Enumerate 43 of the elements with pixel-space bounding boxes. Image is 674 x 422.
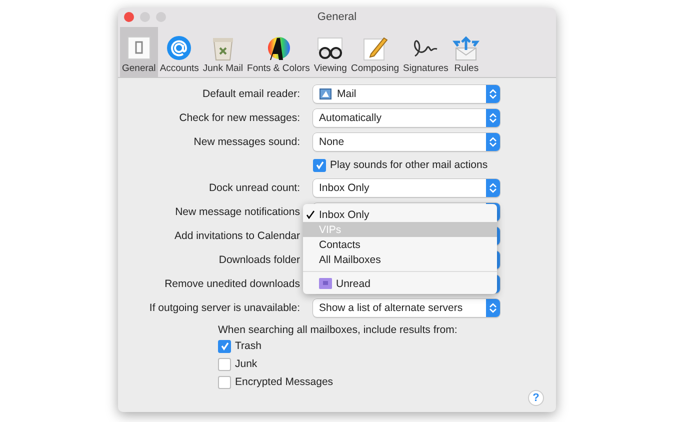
- toolbar-tab[interactable]: Accounts: [158, 27, 201, 77]
- at-sign-icon: [165, 34, 194, 62]
- checkbox[interactable]: [218, 358, 231, 370]
- menu-item[interactable]: Inbox Only: [303, 207, 497, 222]
- window-title: General: [317, 10, 357, 22]
- setting-label: Remove unedited downloads: [164, 278, 300, 290]
- setting-label: Downloads folder: [218, 254, 300, 266]
- setting-label: Check for new messages:: [178, 112, 300, 124]
- toolbar-tab[interactable]: Rules: [450, 27, 482, 77]
- setting-label: Add invitations to Calendar: [174, 230, 300, 242]
- menu-item[interactable]: All Mailboxes: [303, 252, 497, 267]
- folder-icon: [319, 278, 332, 289]
- popup-button[interactable]: Inbox Only: [313, 179, 500, 197]
- toolbar-tab[interactable]: Viewing: [312, 27, 349, 77]
- checkbox[interactable]: [313, 158, 326, 172]
- setting-label: New message notifications: [174, 206, 300, 218]
- checkbox[interactable]: [218, 340, 231, 352]
- checkbox[interactable]: [218, 376, 231, 388]
- menu-item[interactable]: Contacts: [303, 237, 497, 252]
- toolbar-tab[interactable]: Composing: [348, 27, 402, 77]
- close-button[interactable]: [124, 12, 134, 22]
- checkbox-option[interactable]: Trash: [218, 337, 556, 355]
- checkmark-icon: [306, 210, 315, 219]
- envelope-arrows-icon: [452, 34, 480, 62]
- setting-label: New messages sound:: [192, 136, 300, 148]
- toolbar-tab[interactable]: Fonts & Colors: [245, 27, 312, 77]
- switch-icon: [124, 34, 153, 62]
- stamp-icon: [319, 87, 333, 101]
- toolbar-tab[interactable]: Signatures: [401, 27, 450, 77]
- section-heading: When searching all mailboxes, include results from:: [218, 324, 458, 336]
- popup-button[interactable]: Show a list of alternate servers: [313, 299, 500, 317]
- toolbar-tab[interactable]: General: [120, 27, 158, 77]
- checkbox-option[interactable]: Encrypted Messages: [218, 373, 556, 391]
- menu-item[interactable]: Unread: [303, 276, 497, 291]
- checkbox-option[interactable]: Junk: [218, 355, 556, 373]
- popup-button[interactable]: Mail: [313, 85, 500, 103]
- setting-label: If outgoing server is unavailable:: [148, 302, 300, 314]
- popup-button[interactable]: Automatically: [313, 109, 500, 127]
- popup-button[interactable]: None: [313, 133, 500, 151]
- checkbox-option[interactable]: Play sounds for other mail actions: [313, 156, 500, 174]
- setting-label: Default email reader:: [202, 88, 300, 100]
- setting-label: Dock unread count:: [208, 182, 300, 194]
- toolbar-tab[interactable]: Junk Mail: [200, 27, 246, 77]
